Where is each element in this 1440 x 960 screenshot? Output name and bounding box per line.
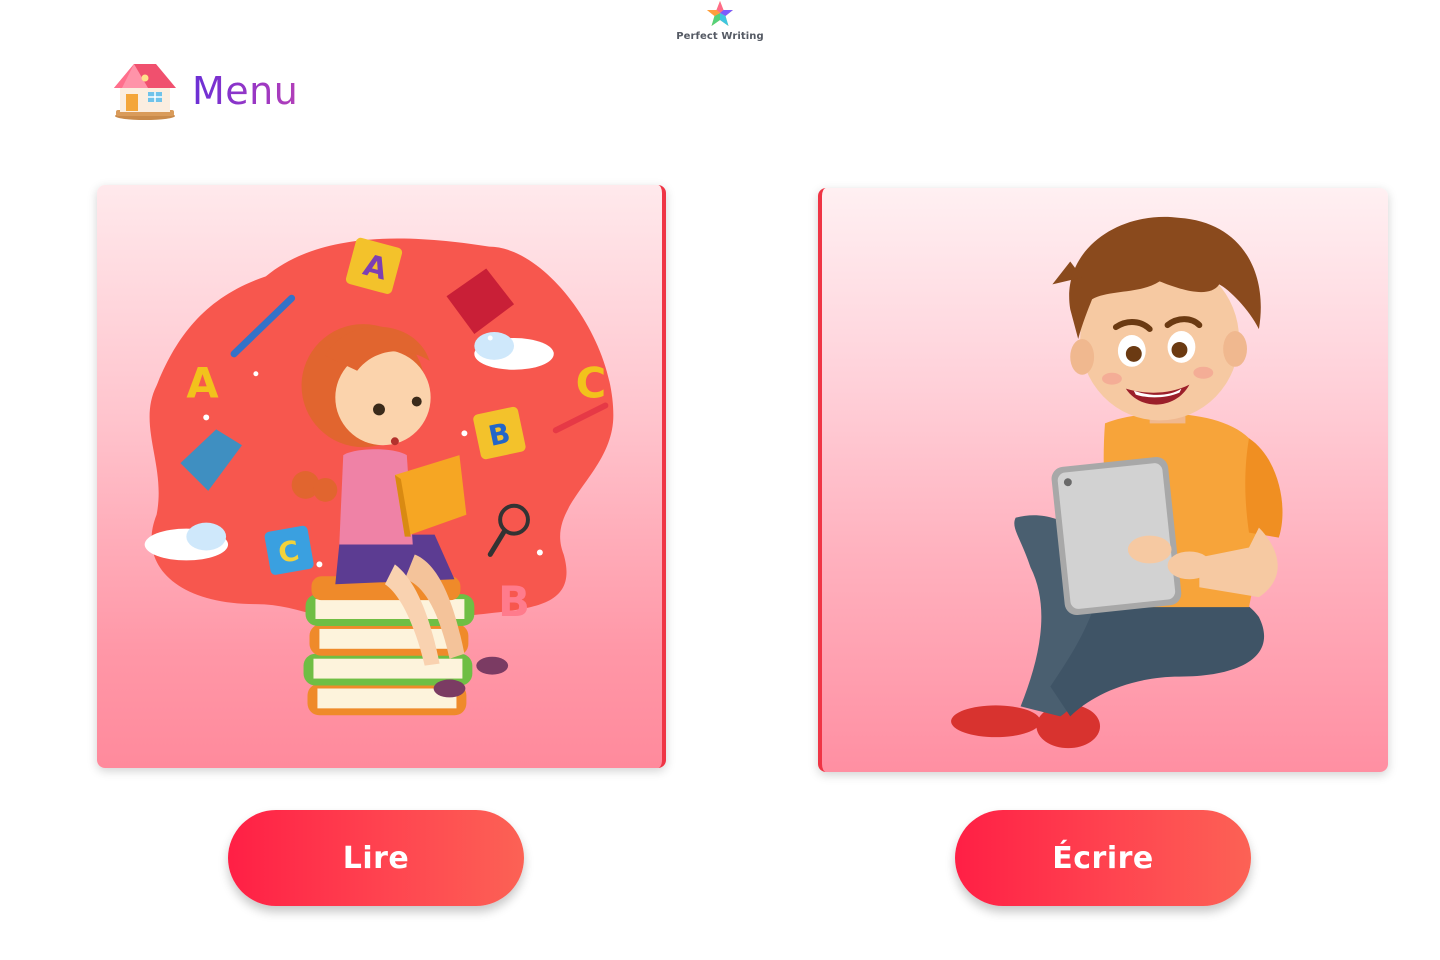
read-card[interactable]: A B C A C B	[97, 185, 666, 768]
menu-link[interactable]: Menu	[112, 60, 298, 122]
logo-text: Perfect Writing	[676, 31, 764, 42]
write-card[interactable]	[818, 188, 1388, 772]
girl-reading-illustration: A B C A C B	[144, 237, 614, 716]
write-button[interactable]: Écrire	[955, 810, 1251, 906]
read-button[interactable]: Lire	[228, 810, 524, 906]
svg-text:A: A	[186, 359, 219, 408]
svg-text:C: C	[576, 359, 607, 408]
menu-label: Menu	[192, 69, 299, 113]
app-logo: Perfect Writing	[674, 0, 766, 46]
boy-with-tablet-illustration	[951, 216, 1283, 749]
svg-text:B: B	[498, 577, 530, 626]
house-icon	[114, 64, 176, 120]
star-logo-icon	[707, 1, 733, 26]
